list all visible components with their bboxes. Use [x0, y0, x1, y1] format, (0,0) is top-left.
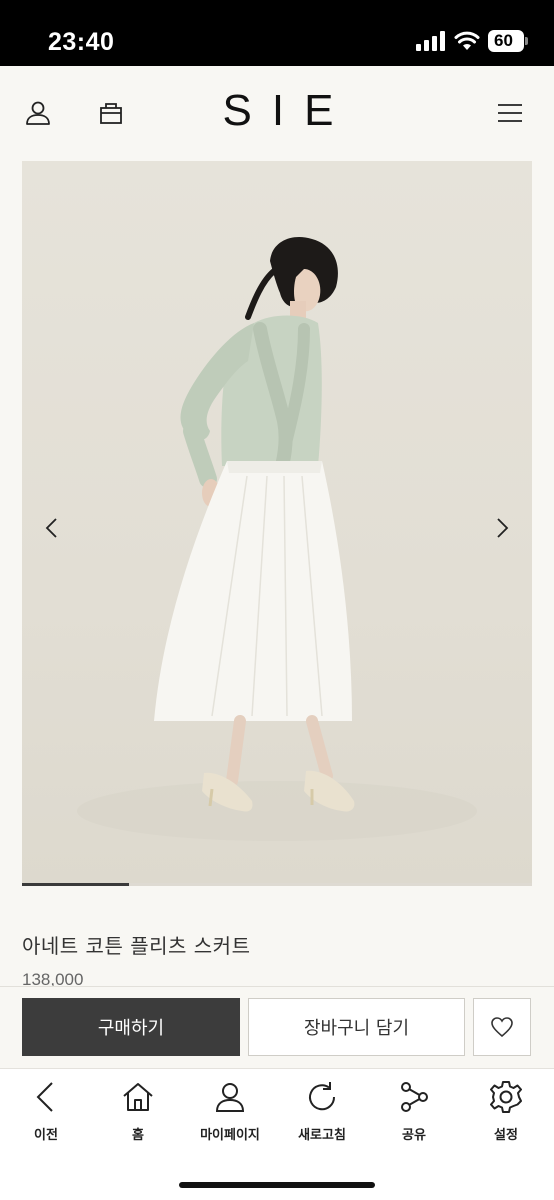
next-image-arrow-icon[interactable]	[490, 516, 514, 540]
bottom-navigation: 이전 홈 마이페이지 새로고침 공유 설정	[0, 1068, 554, 1200]
nav-label: 설정	[494, 1128, 518, 1143]
nav-label: 홈	[132, 1128, 144, 1143]
brand-logo[interactable]: SIE	[0, 86, 554, 136]
product-price: 138,000	[22, 970, 84, 986]
refresh-icon	[304, 1079, 340, 1115]
gallery-progress-fill	[22, 883, 130, 886]
site-header: SIE	[0, 66, 554, 161]
nav-settings[interactable]: 설정	[460, 1079, 552, 1149]
nav-back[interactable]: 이전	[0, 1079, 92, 1149]
nav-label: 새로고침	[298, 1128, 346, 1143]
user-icon	[212, 1079, 248, 1115]
nav-refresh[interactable]: 새로고침	[276, 1079, 368, 1149]
gallery-progress-track	[22, 883, 532, 886]
hamburger-menu-icon[interactable]	[495, 98, 525, 128]
status-time: 23:40	[48, 28, 115, 56]
status-icons: 60	[416, 30, 528, 52]
model-photo	[77, 237, 477, 841]
back-arrow-icon	[28, 1079, 64, 1115]
product-name: 아네트 코튼 플리츠 스커트	[22, 934, 251, 958]
nav-label: 이전	[34, 1128, 58, 1143]
home-icon	[120, 1079, 156, 1115]
buy-button[interactable]: 구매하기	[22, 998, 240, 1056]
status-bar: 23:40 60	[0, 0, 554, 66]
nav-label: 공유	[402, 1128, 426, 1143]
share-icon	[396, 1079, 432, 1115]
nav-mypage[interactable]: 마이페이지	[184, 1079, 276, 1149]
battery-indicator: 60	[488, 30, 528, 52]
home-indicator	[179, 1182, 375, 1188]
purchase-action-bar: 구매하기 장바구니 담기	[0, 986, 554, 1068]
heart-icon	[491, 1017, 513, 1038]
wishlist-button[interactable]	[473, 998, 531, 1056]
prev-image-arrow-icon[interactable]	[40, 516, 64, 540]
add-to-cart-button[interactable]: 장바구니 담기	[248, 998, 465, 1056]
product-image[interactable]	[22, 161, 532, 886]
wifi-icon	[454, 31, 480, 50]
nav-label: 마이페이지	[200, 1128, 260, 1143]
gear-icon	[488, 1079, 524, 1115]
nav-home[interactable]: 홈	[92, 1079, 184, 1149]
nav-share[interactable]: 공유	[368, 1079, 460, 1149]
signal-icon	[416, 31, 445, 51]
